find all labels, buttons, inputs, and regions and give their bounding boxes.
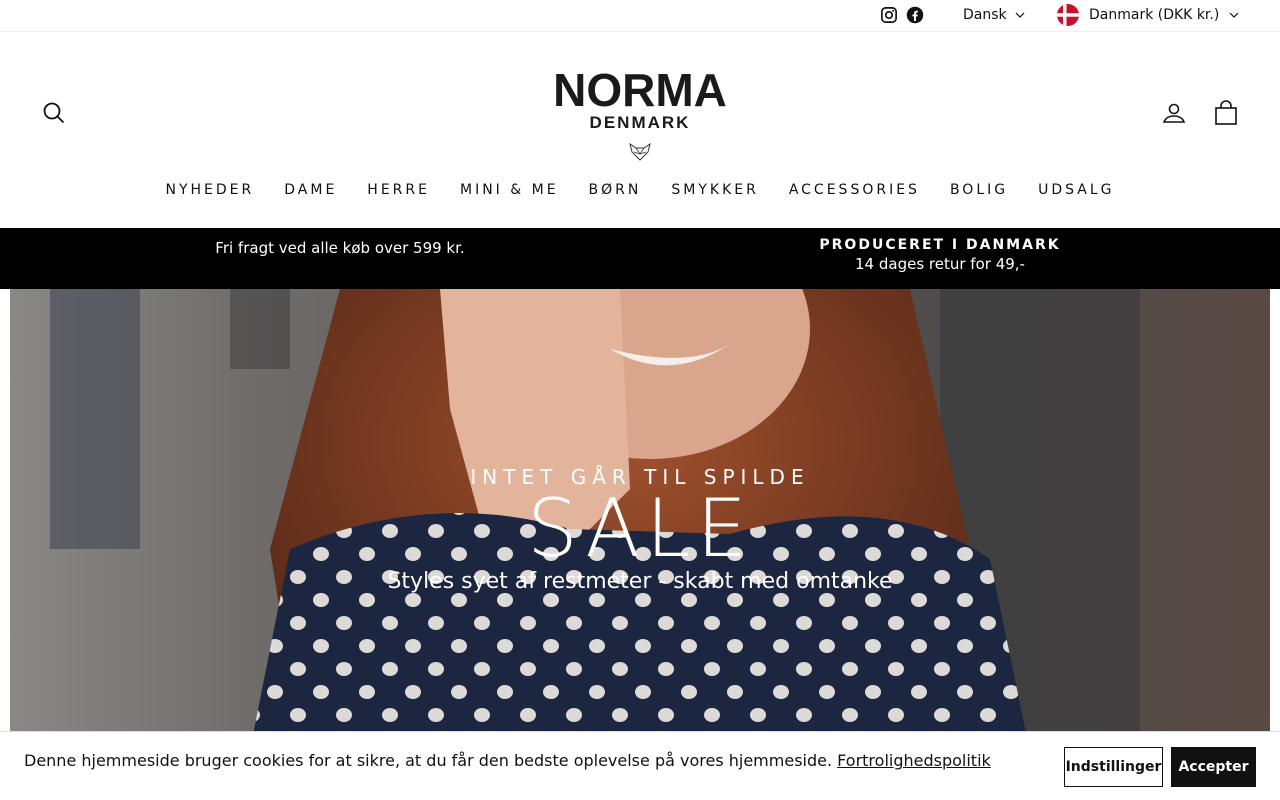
produced-in-denmark[interactable]: PRODUCERET I DANMARK 14 dages retur for … — [600, 237, 1280, 273]
cart-icon[interactable] — [1214, 100, 1238, 126]
nav-item-smykker[interactable]: SMYKKER — [656, 182, 773, 198]
brand-logo[interactable]: NORMA DENMARK — [540, 64, 740, 168]
hero-title: SALE — [526, 482, 754, 575]
announcement-bar: Fri fragt ved alle køb over 599 kr. PROD… — [0, 228, 1280, 289]
nav-item-born[interactable]: BØRN — [574, 182, 657, 198]
instagram-icon[interactable] — [880, 6, 898, 26]
hero-banner[interactable]: INTET GÅR TIL SPILDE SALE Styles syet af… — [10, 289, 1270, 800]
hero-description: Styles syet af restmeter - skabt med omt… — [387, 569, 893, 594]
nav-item-dame[interactable]: DAME — [269, 182, 352, 198]
language-label: Dansk — [963, 7, 1007, 23]
main-navigation: NYHEDER DAME HERRE MINI & ME BØRN SMYKKE… — [0, 182, 1280, 198]
nav-item-herre[interactable]: HERRE — [352, 182, 445, 198]
search-icon[interactable] — [42, 101, 66, 125]
announcement-title: PRODUCERET I DANMARK — [819, 237, 1061, 253]
cookie-settings-button[interactable]: Indstillinger — [1064, 747, 1163, 787]
account-icon[interactable] — [1162, 101, 1186, 125]
chevron-down-icon — [1015, 12, 1025, 18]
nav-item-bolig[interactable]: BOLIG — [935, 182, 1023, 198]
fox-logo-icon — [629, 142, 651, 161]
site-header: NORMA DENMARK NYHEDER DAME HERRE MINI & … — [0, 32, 1280, 228]
top-utility-bar: Dansk Danmark (DKK kr.) — [0, 0, 1280, 32]
cookie-banner: Denne hjemmeside bruger cookies for at s… — [0, 731, 1280, 800]
cookie-message: Denne hjemmeside bruger cookies for at s… — [24, 751, 991, 770]
nav-item-accessories[interactable]: ACCESSORIES — [774, 182, 935, 198]
country-label: Danmark (DKK kr.) — [1089, 7, 1220, 23]
logo-line-1: NORMA — [553, 64, 727, 116]
hero-text: INTET GÅR TIL SPILDE SALE Styles syet af… — [10, 465, 1270, 594]
nav-item-udsalg[interactable]: UDSALG — [1023, 182, 1129, 198]
country-selector[interactable]: Danmark (DKK kr.) — [1057, 4, 1239, 26]
free-shipping-text[interactable]: Fri fragt ved alle køb over 599 kr. — [0, 239, 680, 257]
nav-item-nyheder[interactable]: NYHEDER — [150, 182, 269, 198]
denmark-flag-icon — [1057, 4, 1079, 26]
nav-item-mini-me[interactable]: MINI & ME — [445, 182, 574, 198]
cookie-text: Denne hjemmeside bruger cookies for at s… — [24, 751, 833, 770]
announcement-subtext: 14 dages retur for 49,- — [855, 255, 1025, 273]
privacy-policy-link[interactable]: Fortrolighedspolitik — [837, 751, 991, 770]
facebook-icon[interactable] — [906, 6, 924, 26]
cookie-accept-button[interactable]: Accepter — [1171, 747, 1256, 787]
language-selector[interactable]: Dansk — [963, 7, 1025, 23]
chevron-down-icon — [1229, 12, 1239, 18]
